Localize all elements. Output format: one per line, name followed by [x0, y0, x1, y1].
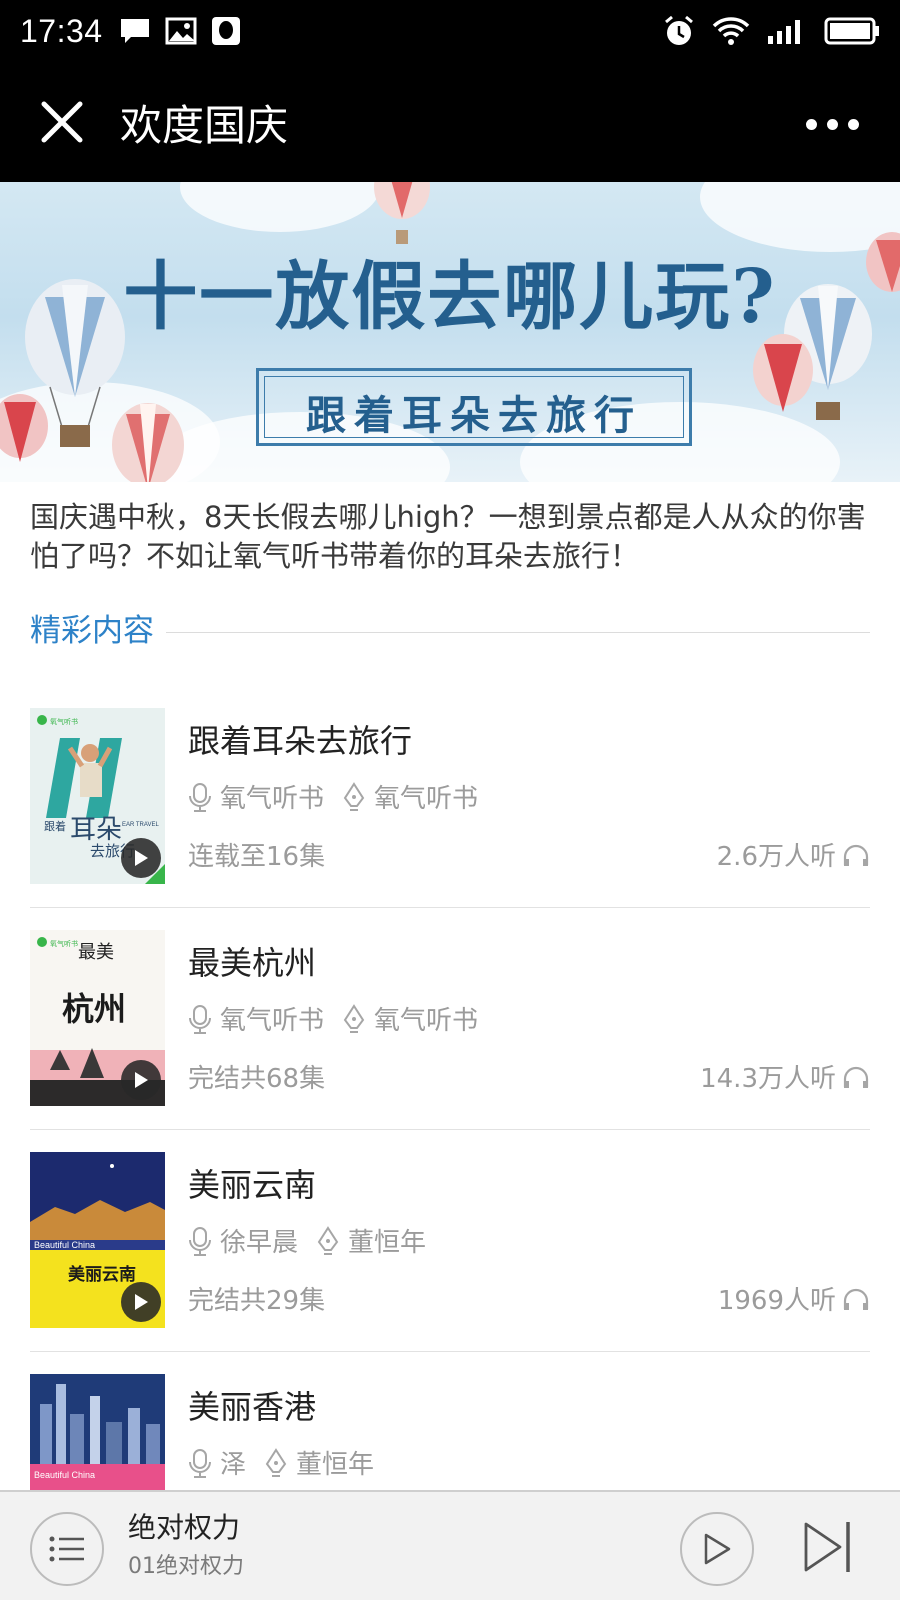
listen-count: 14.3万人听: [700, 1058, 870, 1095]
cover-label: 跟着: [44, 819, 66, 833]
pen-nib-icon: [343, 1003, 365, 1033]
author-name: 氧气听书: [374, 1006, 479, 1036]
close-icon: [41, 101, 83, 143]
section-title: 精彩内容: [30, 612, 154, 649]
cover-play-button[interactable]: [121, 838, 161, 878]
hot-air-balloon-icon: [0, 394, 48, 462]
hot-air-balloon-icon: [112, 403, 184, 482]
signal-icon: [768, 20, 800, 44]
cover-image: 氧气听书 跟着 耳朵 去旅行 EAR TRAVEL: [30, 708, 165, 884]
headphones-icon: [843, 1066, 869, 1088]
cover-play-button[interactable]: [121, 1060, 161, 1100]
author-name: 董恒年: [348, 1228, 427, 1258]
play-icon: [704, 1533, 731, 1565]
item-meta: 泽 董恒年: [188, 1444, 392, 1481]
listen-count-text: 1969人听: [717, 1286, 836, 1316]
narrator-name: 氧气听书: [220, 1006, 325, 1036]
microphone-icon: [189, 782, 211, 812]
svg-text:氧气听书: 氧气听书: [50, 939, 78, 948]
author-name: 董恒年: [296, 1450, 375, 1480]
qq-icon: [211, 17, 240, 45]
next-track-button[interactable]: [800, 1514, 860, 1580]
svg-text:氧气听书: 氧气听书: [50, 717, 78, 726]
wifi-icon: [712, 17, 750, 45]
cover-label: 耳朵: [70, 815, 122, 845]
headphones-icon: [843, 844, 869, 866]
item-meta: 氧气听书 氧气听书: [188, 1000, 496, 1037]
banner-subtitle-box: 跟着耳朵去旅行: [256, 368, 692, 446]
listen-count-text: 14.3万人听: [700, 1064, 836, 1094]
microphone-icon: [189, 1226, 211, 1256]
close-button[interactable]: [38, 98, 86, 146]
item-title: 美丽云南: [188, 1166, 317, 1204]
listen-count-text: 2.6万人听: [716, 842, 836, 872]
more-dot-icon: [805, 118, 817, 130]
item-title: 美丽香港: [188, 1388, 317, 1426]
pen-nib-icon: [343, 781, 365, 811]
message-icon: [120, 19, 149, 43]
item-title: 最美杭州: [188, 944, 317, 982]
mini-player: 绝对权力 01绝对权力: [0, 1490, 900, 1600]
play-icon: [135, 1072, 148, 1088]
listen-count: 2.6万人听: [717, 836, 870, 873]
banner-subtitle: 跟着耳朵去旅行: [306, 392, 642, 439]
headphones-icon: [843, 1288, 869, 1310]
episode-count: 完结共29集: [188, 1286, 326, 1316]
now-playing-subtitle: 01绝对权力: [128, 1554, 244, 1579]
intro-text: 国庆遇中秋，8天长假去哪儿high？一想到景点都是人从众的你害怕了吗？不如让氧气…: [30, 500, 866, 573]
cover-label: Beautiful China: [34, 1240, 95, 1250]
cover-label: 杭州: [62, 990, 126, 1028]
narrator-name: 徐早晨: [220, 1228, 299, 1258]
cover-play-button[interactable]: [121, 1282, 161, 1322]
image-icon: [165, 17, 197, 45]
list-item[interactable]: Beautiful China 美丽云南 美丽云南 徐早晨 董恒年 完结共29集…: [30, 1130, 870, 1352]
more-button[interactable]: [792, 112, 872, 136]
play-button[interactable]: [680, 1512, 754, 1586]
cover-label: Beautiful China: [34, 1470, 95, 1480]
cover-image: 氧气听书 最美 杭州: [30, 930, 165, 1106]
pen-nib-icon: [317, 1225, 339, 1255]
cloud-decoration: [180, 182, 380, 232]
play-icon: [135, 1294, 148, 1310]
play-icon: [135, 850, 148, 866]
alarm-icon: [665, 15, 693, 45]
page-title: 欢度国庆: [120, 101, 289, 150]
promo-banner[interactable]: 十一放假去哪儿玩? 跟着耳朵去旅行: [0, 182, 900, 482]
narrator-name: 氧气听书: [220, 784, 325, 814]
cover-image: Beautiful China 美丽云南: [30, 1152, 165, 1328]
banner-headline: 十一放假去哪儿玩?: [123, 254, 777, 340]
pen-nib-icon: [265, 1447, 287, 1477]
battery-icon: [824, 17, 879, 45]
item-meta: 氧气听书 氧气听书: [188, 778, 496, 815]
now-playing-title: 绝对权力: [128, 1511, 241, 1544]
item-title: 跟着耳朵去旅行: [188, 722, 413, 760]
more-dot-icon: [826, 118, 838, 130]
narrator-name: 泽: [220, 1450, 247, 1480]
cover-label: 美丽云南: [68, 1264, 136, 1285]
section-divider: [166, 631, 870, 633]
audiobook-list: 氧气听书 跟着 耳朵 去旅行 EAR TRAVEL 跟着耳朵去旅行 氧气听书 氧…: [30, 686, 870, 1574]
hot-air-balloon-icon: [753, 334, 813, 412]
playlist-button[interactable]: [30, 1512, 104, 1586]
nav-bar: 欢度国庆: [0, 62, 900, 182]
cover-label: 最美: [78, 942, 114, 963]
microphone-icon: [189, 1448, 211, 1478]
list-item[interactable]: 氧气听书 最美 杭州 最美杭州 氧气听书 氧气听书 完结共68集 14.3万人听: [30, 908, 870, 1130]
status-time: 17:34: [20, 12, 103, 49]
list-item[interactable]: 氧气听书 跟着 耳朵 去旅行 EAR TRAVEL 跟着耳朵去旅行 氧气听书 氧…: [30, 686, 870, 908]
author-name: 氧气听书: [374, 784, 479, 814]
microphone-icon: [189, 1004, 211, 1034]
episode-count: 完结共68集: [188, 1064, 326, 1094]
section-header: 精彩内容: [30, 604, 870, 650]
playlist-icon: [49, 1536, 84, 1562]
episode-count: 连载至16集: [188, 842, 326, 872]
skip-next-icon: [804, 1522, 850, 1572]
status-bar: 17:34: [0, 0, 900, 62]
item-meta: 徐早晨 董恒年: [188, 1222, 444, 1259]
more-dot-icon: [847, 118, 859, 130]
listen-count: 1969人听: [718, 1280, 870, 1317]
cover-label: EAR TRAVEL: [122, 822, 159, 828]
